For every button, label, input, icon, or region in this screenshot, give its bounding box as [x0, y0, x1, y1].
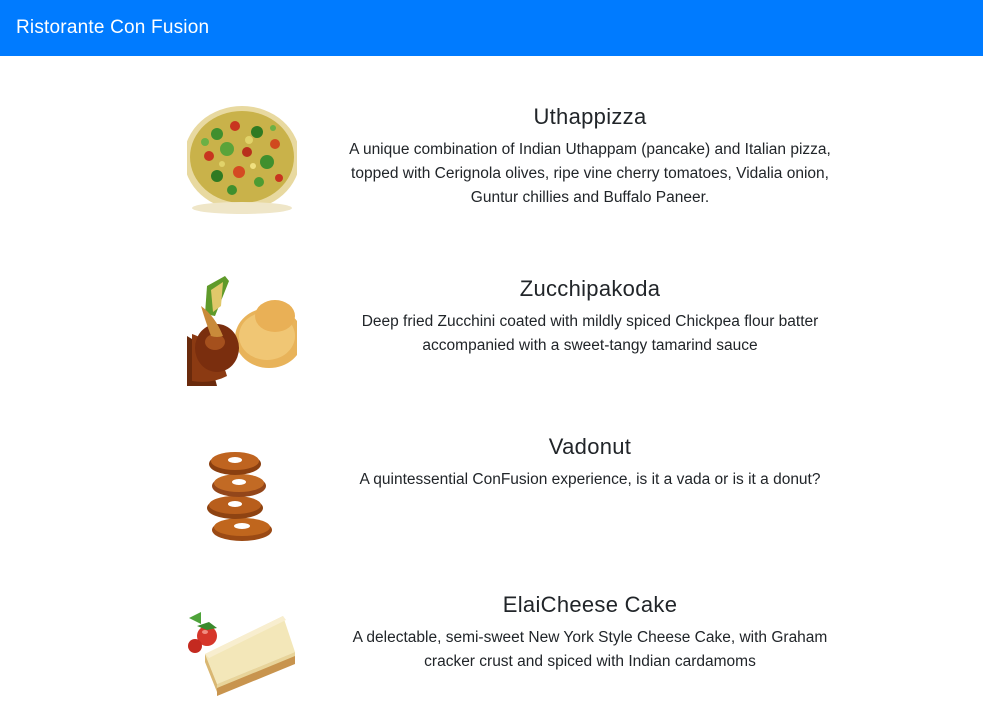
dish-description: A quintessential ConFusion experience, i…: [359, 471, 821, 489]
dish-body: ElaiCheese Cake A delectable, semi-sweet…: [345, 592, 835, 674]
dish-title: ElaiCheese Cake: [502, 592, 678, 617]
dish-description: Deep fried Zucchini coated with mildly s…: [361, 313, 819, 355]
zucchipakoda-image[interactable]: [187, 276, 297, 386]
dish-body: Uthappizza A unique combination of India…: [345, 104, 835, 210]
uthappizza-image[interactable]: [187, 104, 297, 214]
vadonut-image[interactable]: [187, 434, 297, 544]
navbar-brand[interactable]: Ristorante Con Fusion: [16, 17, 209, 39]
dish-body: Vadonut A quintessential ConFusion exper…: [345, 434, 835, 492]
dish-title: Uthappizza: [533, 104, 647, 129]
dish-body: Zucchipakoda Deep fried Zucchini coated …: [345, 276, 835, 358]
dish-title: Zucchipakoda: [519, 276, 661, 301]
cheesecake-image[interactable]: [187, 592, 297, 702]
dish-title: Vadonut: [548, 434, 632, 459]
dish-description: A unique combination of Indian Uthappam …: [349, 141, 831, 207]
navbar: Ristorante Con Fusion: [0, 0, 983, 56]
dish-description: A delectable, semi-sweet New York Style …: [352, 629, 828, 671]
